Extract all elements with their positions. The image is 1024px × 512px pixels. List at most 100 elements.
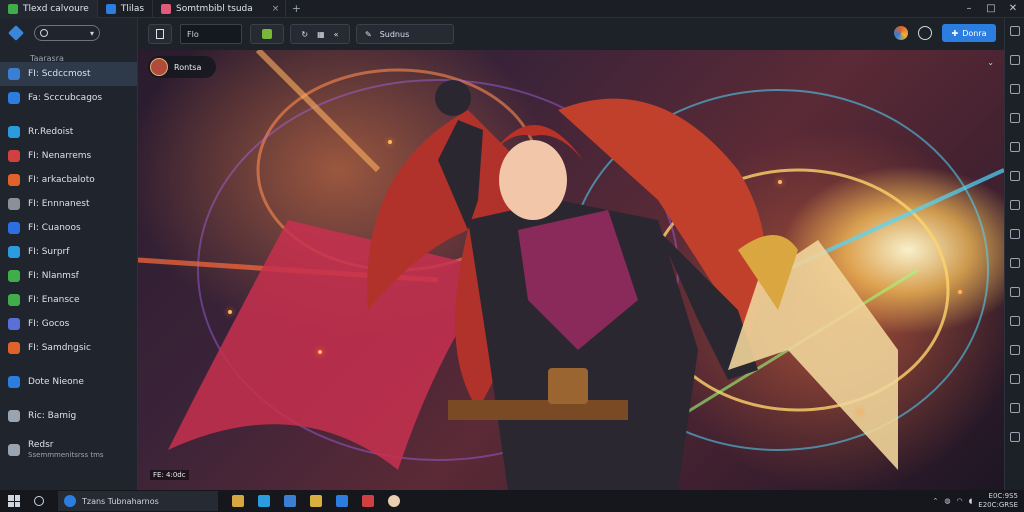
new-tab-button[interactable]: + — [286, 2, 306, 15]
home-icon[interactable] — [1009, 403, 1020, 413]
apk-icon[interactable] — [1009, 316, 1020, 326]
chevron-up-icon[interactable]: ⌃ — [932, 497, 938, 505]
layout-icon[interactable] — [1009, 113, 1020, 123]
sidebar-item[interactable]: FI: Enansce — [0, 288, 137, 312]
back-icon[interactable] — [1009, 374, 1020, 384]
sidebar-item[interactable]: FI: Cuanoos — [0, 216, 137, 240]
store-icon[interactable] — [310, 495, 322, 507]
app-icon — [8, 126, 20, 138]
shake-icon[interactable] — [1009, 258, 1020, 268]
recent-icon[interactable] — [1009, 432, 1020, 442]
title-bar: Tlexd calvoure Tlilas Somtmbibl tsuda × … — [0, 0, 1024, 18]
search-icon[interactable] — [34, 496, 44, 506]
primary-button[interactable]: ✚ Donra — [942, 24, 996, 42]
record-icon[interactable] — [918, 26, 932, 40]
chevron-down-icon[interactable]: ⌄ — [987, 58, 994, 67]
sidebar-item-label: FI: Cuanoos — [28, 223, 81, 233]
app-icon — [8, 3, 18, 14]
sidebar-item-label: Dote Nieone — [28, 377, 84, 387]
tray-icon[interactable]: ◍ — [944, 497, 950, 505]
volume-icon[interactable]: ◖ — [969, 497, 973, 505]
start-icon[interactable] — [8, 495, 20, 507]
sidebar-item-label: FI: Ennnanest — [28, 199, 90, 209]
clock-time: E0C:9S5 — [988, 492, 1018, 500]
close-tab-icon[interactable]: × — [272, 4, 280, 14]
sidebar-item-sublabel: Ssemmmenitsrss tms — [28, 451, 104, 459]
tab-2[interactable]: Tlilas — [98, 0, 154, 18]
mail-icon[interactable] — [284, 495, 296, 507]
view-toggle-button[interactable] — [148, 24, 172, 44]
document-icon — [156, 29, 164, 39]
sidebar-item[interactable]: FI: Surprf — [0, 240, 137, 264]
controls-group[interactable]: ↻ ▦ « — [290, 24, 350, 44]
app-icon — [8, 410, 20, 422]
sidebar-item-label: FI: Nenarrems — [28, 151, 92, 161]
toolbar-right: ✚ Donra — [894, 24, 996, 42]
ember — [388, 140, 392, 144]
tab-label: Tlilas — [120, 3, 145, 14]
taskbar: Tzans Tubnaharnos ⌃ ◍ ◠ ◖ E0C:9S5 E20C:G… — [0, 490, 1024, 512]
edge-icon[interactable] — [258, 495, 270, 507]
address-input[interactable]: Flo — [180, 24, 242, 44]
chevron-down-icon: ▾ — [89, 28, 94, 38]
wrench-icon: ✎ — [365, 29, 372, 39]
sidebar-item[interactable]: FI: Nenarrems — [0, 144, 137, 168]
sidebar-item-label: FI: Surprf — [28, 247, 70, 257]
folder-icon[interactable] — [336, 495, 348, 507]
tab-3[interactable]: Somtmbibl tsuda × — [153, 0, 287, 18]
sidebar-item-label: Redsr — [28, 440, 54, 450]
taskbar-app[interactable]: Tzans Tubnaharnos — [58, 491, 218, 511]
browser-icon[interactable] — [894, 26, 908, 40]
sync-icon[interactable] — [1009, 200, 1020, 210]
sidebar-header: ▾ — [0, 18, 137, 48]
sidebar-item[interactable]: Ric: Bamig — [0, 404, 137, 428]
sidebar-item[interactable]: FI: Nlanmsf — [0, 264, 137, 288]
settings-icon[interactable] — [1009, 345, 1020, 355]
file-explorer-icon[interactable] — [232, 495, 244, 507]
clock[interactable]: E0C:9S5 E20C:GRSE — [978, 492, 1018, 510]
fps-readout: FE: 4:0dc — [150, 470, 189, 480]
sidebar-item[interactable]: Fa: Scccubcagos — [0, 86, 137, 110]
app-icon — [105, 3, 116, 14]
minimize-button[interactable]: – — [958, 0, 980, 18]
browser-icon — [64, 495, 76, 507]
screenshot-icon[interactable] — [1009, 55, 1020, 65]
maximize-button[interactable]: □ — [980, 0, 1002, 18]
location-icon[interactable] — [1009, 229, 1020, 239]
sidebar-item-label: Ric: Bamig — [28, 411, 77, 421]
app-icon — [8, 174, 20, 186]
action-button[interactable]: ✎ Sudnus — [356, 24, 454, 44]
collapse-icon: « — [333, 29, 339, 39]
sidebar-item[interactable]: Rr.Redoist — [0, 120, 137, 144]
wifi-icon[interactable]: ◠ — [956, 497, 962, 505]
character-icon[interactable] — [388, 495, 400, 507]
ember — [228, 310, 232, 314]
app-icon — [161, 3, 172, 14]
game-viewport[interactable]: Rontsa ⌄ FE: 4:0dc — [138, 50, 1004, 490]
sidebar-item[interactable]: FI: Ennnanest — [0, 192, 137, 216]
sidebar-item[interactable]: Redsr Ssemmmenitsrss tms — [0, 438, 137, 462]
sidebar-item-label: FI: arkacbaloto — [28, 175, 95, 185]
record-icon[interactable] — [1009, 142, 1020, 152]
sidebar-item-label: FI: Samdngsic — [28, 343, 91, 353]
folder-icon[interactable] — [1009, 287, 1020, 297]
sidebar-item[interactable]: Dote Nieone — [0, 370, 137, 394]
tab-1[interactable]: Tlexd calvoure — [0, 0, 98, 18]
sidebar-item-label: FI: Gocos — [28, 319, 70, 329]
workspace-select[interactable]: ▾ — [34, 25, 100, 41]
emulator-button[interactable] — [250, 24, 284, 44]
sidebar-item[interactable]: FI: arkacbaloto — [0, 168, 137, 192]
app-icon — [8, 444, 20, 456]
sidebar-item-label: FI: Nlanmsf — [28, 271, 79, 281]
hero-badge[interactable]: Rontsa — [148, 56, 216, 78]
sidebar-item[interactable]: FI: Gocos — [0, 312, 137, 336]
keyboard-icon[interactable] — [1009, 26, 1020, 36]
app-icon — [8, 246, 20, 258]
macro-icon[interactable] — [1009, 171, 1020, 181]
sidebar-item[interactable]: FI: Scdccmost — [0, 62, 137, 86]
game-app-icon[interactable] — [362, 495, 374, 507]
sidebar-item[interactable]: FI: Samdngsic — [0, 336, 137, 360]
volume-icon[interactable] — [1009, 84, 1020, 94]
close-button[interactable]: ✕ — [1002, 0, 1024, 18]
plus-icon: ✚ — [951, 28, 959, 38]
